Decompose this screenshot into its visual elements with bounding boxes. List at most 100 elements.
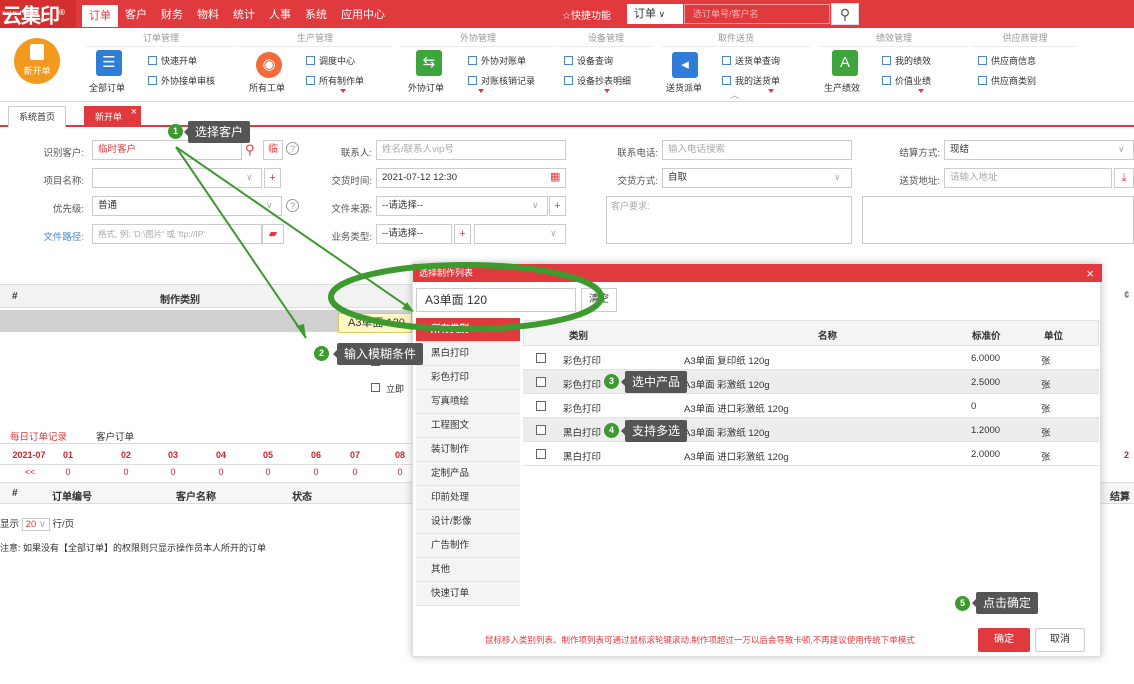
clear-button[interactable]: 清空 [581, 288, 617, 312]
close-icon[interactable]: × [131, 102, 137, 122]
day-count[interactable]: 0 [345, 467, 365, 477]
biztype-select[interactable]: --请选择-- [376, 224, 452, 244]
all-orders-button[interactable]: 全部订单 [89, 81, 125, 94]
category-item[interactable]: 黑白打印 [416, 342, 520, 366]
nav-item-hr[interactable]: 人事 [262, 0, 298, 28]
nav-item-customers[interactable]: 客户 [118, 0, 154, 28]
nav-item-materials[interactable]: 物料 [190, 0, 226, 28]
global-search-input[interactable]: 选订单号/客户名 [684, 4, 830, 24]
category-item[interactable]: 印前处理 [416, 486, 520, 510]
delivery-method-select[interactable]: 自取 [662, 168, 852, 188]
delivery-time-input[interactable]: 2021-07-12 12:30 [376, 168, 566, 188]
category-item[interactable]: 写真喷绘 [416, 390, 520, 414]
row-checkbox[interactable] [536, 425, 546, 435]
my-performance-link[interactable]: 我的绩效 [882, 54, 931, 67]
category-item[interactable]: 广告制作 [416, 534, 520, 558]
production-performance-button[interactable]: 生产绩效 [824, 81, 860, 94]
quick-order-link[interactable]: 快速开单 [148, 54, 197, 67]
outsource-statement-link[interactable]: 外协对账单 [468, 54, 526, 67]
all-orders-icon[interactable]: ☰ [96, 50, 122, 76]
meter-detail-link[interactable]: 设备抄表明细 [564, 74, 631, 87]
table-row[interactable]: 彩色打印 A3单面 复印纸 120g 6.0000 张 [523, 346, 1099, 370]
category-all[interactable]: 所有类别 [416, 318, 520, 342]
confirm-button[interactable]: 确定 [978, 628, 1030, 652]
day-count[interactable]: 0 [58, 467, 78, 477]
dropdown-arrow-icon[interactable] [340, 89, 346, 93]
outsource-orders-button[interactable]: 外协订单 [408, 81, 444, 94]
category-item[interactable]: 其他 [416, 558, 520, 582]
device-query-link[interactable]: 设备查询 [564, 54, 613, 67]
priority-select[interactable]: 普通 [92, 196, 282, 216]
dialog-search-input[interactable]: A3单面 120 [416, 288, 576, 312]
table-row[interactable]: 黑白打印 A3单面 进口彩激纸 120g 2.0000 张 [523, 442, 1099, 466]
calendar-icon[interactable]: ▦ [550, 170, 560, 183]
folder-icon[interactable]: ▰ [262, 224, 284, 244]
category-item[interactable]: 彩色打印 [416, 366, 520, 390]
search-button[interactable]: ⚲ [831, 3, 859, 25]
nav-item-app-center[interactable]: 应用中心 [334, 0, 392, 28]
customer-input[interactable]: 临时客户 [92, 140, 242, 160]
settle-select[interactable]: 现结 [944, 140, 1134, 160]
supplier-category-link[interactable]: 供应商类别 [978, 74, 1036, 87]
reconcile-record-link[interactable]: 对账核销记录 [468, 74, 535, 87]
tab-daily-records[interactable]: 每日订单记录 [10, 429, 67, 443]
nav-item-finance[interactable]: 财务 [154, 0, 190, 28]
nav-item-orders[interactable]: 订单 [82, 5, 118, 27]
project-select[interactable] [92, 168, 262, 188]
collapse-ribbon-icon[interactable]: ︿ [730, 88, 739, 101]
add-project-button[interactable]: + [264, 168, 281, 188]
dropdown-arrow-icon[interactable] [918, 89, 924, 93]
all-workorders-button[interactable]: 所有工单 [249, 81, 285, 94]
contact-input[interactable]: 姓名/联系人vip号 [376, 140, 566, 160]
help-icon[interactable]: ? [286, 142, 299, 155]
prev-month-button[interactable]: << [20, 467, 40, 477]
address-import-icon[interactable]: ⤓ [1114, 168, 1134, 188]
tab-home[interactable]: 系统首页 [8, 106, 67, 127]
brand-logo[interactable]: 云集印® YUNJIYIN [0, 0, 76, 28]
notes-textarea[interactable] [862, 196, 1134, 244]
category-item[interactable]: 定制产品 [416, 462, 520, 486]
delivery-query-link[interactable]: 送货单查询 [722, 54, 780, 67]
help-icon[interactable]: ? [286, 199, 299, 212]
add-source-button[interactable]: + [549, 196, 566, 216]
phone-input[interactable]: 输入电话搜索 [662, 140, 852, 160]
category-item[interactable]: 工程图文 [416, 414, 520, 438]
new-order-big-button[interactable]: 新开单 [14, 38, 60, 84]
source-select[interactable]: --请选择-- [376, 196, 548, 216]
outsource-review-link[interactable]: 外协接单审核 [148, 74, 215, 87]
category-item[interactable]: 快速订单 [416, 582, 520, 606]
supplier-info-link[interactable]: 供应商信息 [978, 54, 1036, 67]
tab-new-order[interactable]: 新开单 × [84, 106, 142, 127]
day-count[interactable]: 0 [258, 467, 278, 477]
file-path-label[interactable]: 文件路径: [24, 229, 84, 243]
address-input[interactable]: 请输入地址 [944, 168, 1112, 188]
close-icon[interactable]: × [1086, 265, 1094, 283]
category-item[interactable]: 设计/影像 [416, 510, 520, 534]
dispatch-center-link[interactable]: 调度中心 [306, 54, 355, 67]
settings-icon[interactable]: ¢ [1124, 290, 1134, 301]
checkbox-immediate-b[interactable] [371, 383, 380, 392]
all-workorders-icon[interactable]: ◉ [256, 52, 282, 78]
nav-item-statistics[interactable]: 统计 [226, 0, 262, 28]
nav-item-system[interactable]: 系统 [298, 0, 334, 28]
temp-customer-button[interactable]: 临 [263, 140, 283, 160]
dropdown-arrow-icon[interactable] [478, 89, 484, 93]
page-size-select[interactable]: 20 ∨ [21, 518, 50, 531]
all-production-link[interactable]: 所有制作单 [306, 74, 364, 87]
file-path-input[interactable]: 格式, 例: 'D:\图片' 或 'ftp://IP' [92, 224, 262, 244]
day-count[interactable]: 0 [306, 467, 326, 477]
day-count[interactable]: 0 [211, 467, 231, 477]
product-input-cell[interactable]: A3单面 120 [338, 313, 412, 333]
row-checkbox[interactable] [536, 401, 546, 411]
search-scope-select[interactable]: 订单 ∨ [627, 4, 683, 24]
dropdown-arrow-icon[interactable] [768, 89, 774, 93]
search-icon[interactable]: ⚲ [245, 140, 261, 160]
row-checkbox[interactable] [536, 353, 546, 363]
table-row[interactable]: 彩色打印 A3单面 进口彩激纸 120g 0 张 [523, 394, 1099, 418]
production-performance-icon[interactable]: A [832, 50, 858, 76]
outsource-orders-icon[interactable]: ⇆ [416, 50, 442, 76]
dropdown-arrow-icon[interactable] [604, 89, 610, 93]
row-checkbox[interactable] [536, 377, 546, 387]
calendar-next-day[interactable]: 2 [1124, 450, 1129, 460]
row-checkbox[interactable] [536, 449, 546, 459]
